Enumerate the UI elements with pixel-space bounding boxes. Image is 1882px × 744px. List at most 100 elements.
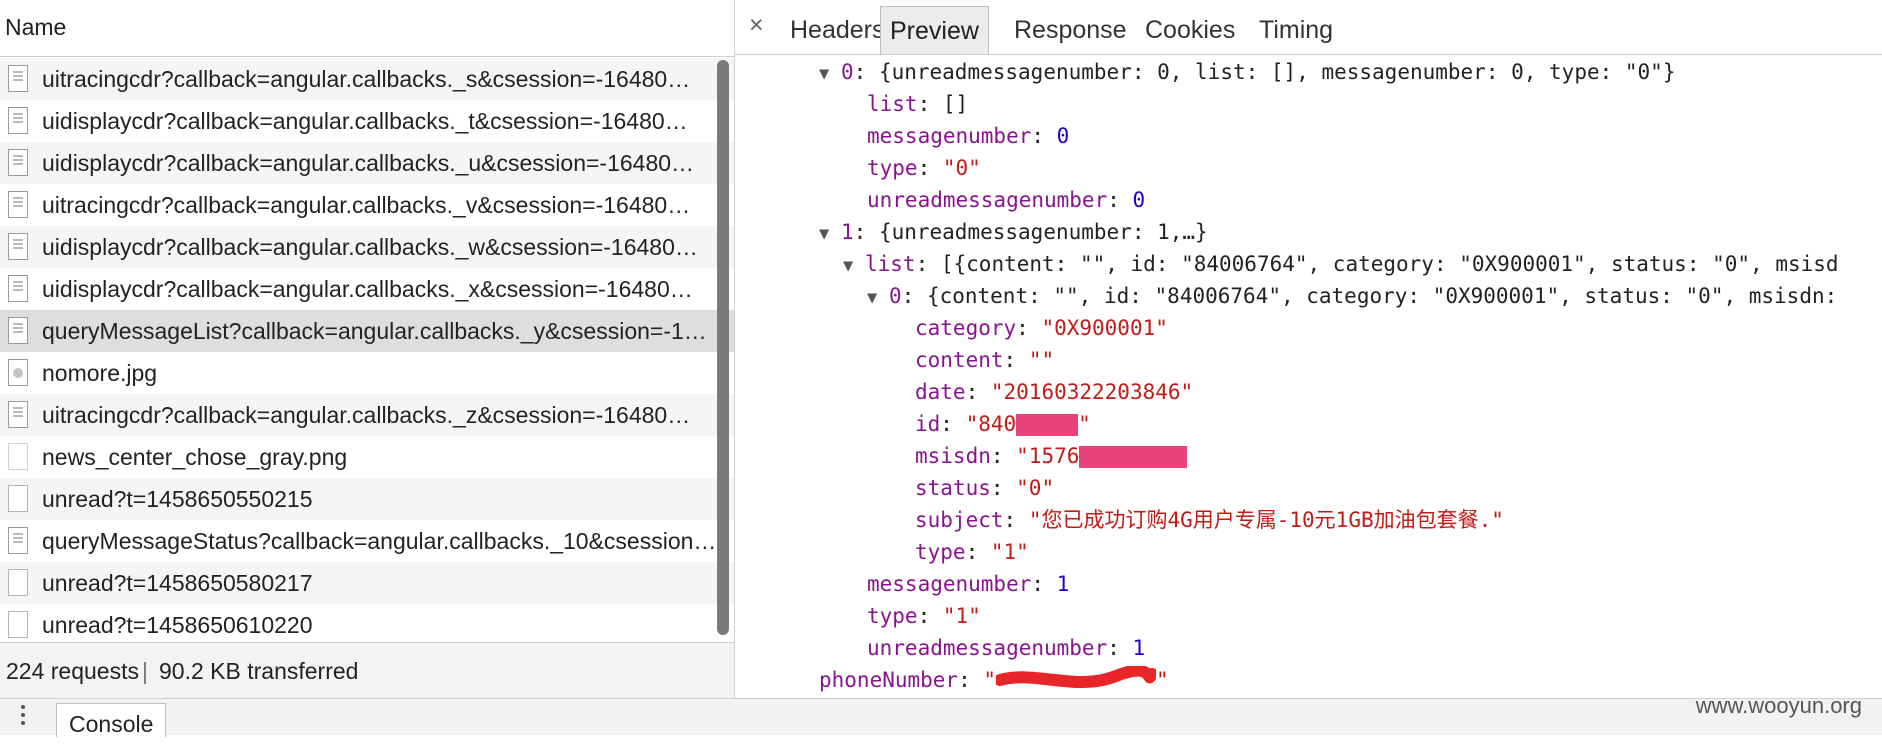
request-row[interactable]: unread?t=1458650610220	[0, 604, 734, 646]
name-column-header[interactable]: Name	[0, 0, 734, 57]
document-file-icon	[8, 149, 28, 176]
tree-node-list[interactable]: ▼ list: [{content: "", id: "84006764", ca…	[843, 248, 1839, 280]
prop-key: subject	[915, 508, 1004, 532]
request-row[interactable]: news_center_chose_gray.png	[0, 436, 734, 478]
document-file-icon	[8, 191, 28, 218]
tree-node-msg0[interactable]: ▼ 0: {content: "", id: "84006764", catego…	[867, 280, 1837, 312]
expanded-triangle-icon[interactable]: ▼	[819, 218, 841, 250]
tree-prop: category: "0X900001"	[915, 316, 1168, 340]
redaction-mark	[1079, 446, 1188, 468]
request-row[interactable]: uidisplaycdr?callback=angular.callbacks.…	[0, 100, 734, 142]
msg0-summary: {content: "", id: "84006764", category: …	[926, 284, 1838, 308]
tab-cookies[interactable]: Cookies	[1145, 6, 1235, 54]
request-row[interactable]: nomore.jpg	[0, 352, 734, 394]
prop-value: 0	[1056, 124, 1070, 148]
tree-prop: date: "20160322203846"	[915, 380, 1194, 404]
prop-value-tail: "	[1156, 668, 1169, 692]
request-name: uitracingcdr?callback=angular.callbacks.…	[42, 66, 691, 92]
request-row[interactable]: uitracingcdr?callback=angular.callbacks.…	[0, 184, 734, 226]
request-name: unread?t=1458650580217	[42, 570, 313, 596]
prop-key: category	[915, 316, 1017, 340]
request-name: unread?t=1458650610220	[42, 612, 313, 638]
request-name: news_center_chose_gray.png	[42, 444, 348, 470]
tab-preview[interactable]: Preview	[880, 6, 989, 54]
request-row[interactable]: uitracingcdr?callback=angular.callbacks.…	[0, 394, 734, 436]
request-row[interactable]: uidisplaycdr?callback=angular.callbacks.…	[0, 142, 734, 184]
tab-timing[interactable]: Timing	[1259, 6, 1333, 54]
tree-node-item0[interactable]: ▼ 0: {unreadmessagenumber: 0, list: [], m…	[819, 56, 1675, 88]
request-name: uidisplaycdr?callback=angular.callbacks.…	[42, 234, 698, 260]
prop-key: type	[867, 156, 918, 180]
prop-value: 1	[1132, 636, 1146, 660]
tree-prop: messagenumber: 0	[867, 124, 1070, 148]
item0-index: 0	[841, 60, 854, 84]
tree-prop-phone: phoneNumber: " "	[819, 664, 1169, 696]
prop-key: id	[915, 412, 941, 436]
prop-key: msisdn	[915, 444, 991, 468]
request-name: queryMessageList?callback=angular.callba…	[42, 318, 707, 344]
prop-key: content	[915, 348, 1004, 372]
expanded-triangle-icon[interactable]: ▼	[867, 282, 889, 314]
request-name: uidisplaycdr?callback=angular.callbacks.…	[42, 108, 688, 134]
tree-prop: type: "1"	[867, 604, 981, 628]
request-row[interactable]: uitracingcdr?callback=angular.callbacks.…	[0, 58, 734, 100]
details-tab-bar: × Headers Preview Response Cookies Timin…	[735, 0, 1882, 55]
prop-value: ""	[1028, 348, 1055, 372]
document-file-icon	[8, 527, 28, 554]
scribble-redaction	[994, 664, 1159, 688]
expanded-triangle-icon[interactable]: ▼	[843, 250, 865, 282]
prop-key: messagenumber	[867, 124, 1032, 148]
prop-value: "0X900001"	[1041, 316, 1168, 340]
request-list-scrollbar[interactable]	[717, 60, 729, 635]
prop-value: "0"	[1016, 476, 1055, 500]
tree-node-item1[interactable]: ▼ 1: {unreadmessagenumber: 1,…}	[819, 216, 1208, 248]
tree-prop: id: "840 "	[915, 412, 1091, 436]
prop-value: "您已成功订购4G用户专属-10元1GB加油包套餐."	[1028, 508, 1504, 532]
list-summary: [{content: "", id: "84006764", category:…	[940, 252, 1839, 276]
request-row[interactable]: uidisplaycdr?callback=angular.callbacks.…	[0, 268, 734, 310]
tab-response[interactable]: Response	[1014, 6, 1127, 54]
prop-value: "1"	[990, 540, 1029, 564]
name-column-label: Name	[5, 14, 67, 40]
bottom-drawer: Console	[0, 698, 1882, 737]
console-tab[interactable]: Console	[56, 703, 167, 737]
summary-separator: |	[142, 658, 148, 684]
network-request-panel: Name uitracingcdr?callback=angular.callb…	[0, 0, 735, 699]
request-row[interactable]: unread?t=1458650550215	[0, 478, 734, 520]
document-file-icon	[8, 275, 28, 302]
prop-key: phoneNumber	[819, 668, 959, 692]
request-row[interactable]: queryMessageList?callback=angular.callba…	[0, 310, 734, 352]
requests-count: 224 requests	[6, 658, 139, 684]
tree-prop: unreadmessagenumber: 0	[867, 188, 1146, 212]
prop-value: 0	[1132, 188, 1146, 212]
request-name: nomore.jpg	[42, 360, 158, 386]
tree-prop: content: ""	[915, 348, 1055, 372]
request-row[interactable]: unread?t=1458650580217	[0, 562, 734, 604]
expanded-triangle-icon[interactable]: ▼	[819, 58, 841, 90]
tree-prop: list: []	[867, 92, 969, 116]
tree-prop: type: "1"	[915, 540, 1029, 564]
request-row[interactable]: uidisplaycdr?callback=angular.callbacks.…	[0, 226, 734, 268]
prop-key: messagenumber	[867, 572, 1032, 596]
prop-value: "20160322203846"	[990, 380, 1194, 404]
image-file-icon	[8, 443, 28, 470]
prop-value: "840	[965, 412, 1017, 436]
document-file-icon	[8, 65, 28, 92]
request-row[interactable]: queryMessageStatus?callback=angular.call…	[0, 520, 734, 562]
document-file-icon	[8, 611, 28, 638]
prop-value: "	[983, 668, 997, 692]
prop-key: type	[915, 540, 966, 564]
more-options-icon[interactable]	[20, 705, 26, 729]
close-icon[interactable]: ×	[749, 11, 764, 40]
prop-key: list	[867, 92, 918, 116]
request-name: uitracingcdr?callback=angular.callbacks.…	[42, 192, 691, 218]
prop-key: status	[915, 476, 991, 500]
tab-headers[interactable]: Headers	[790, 6, 885, 54]
tree-prop: msisdn: "1576	[915, 440, 1188, 472]
prop-value-tail: "	[1078, 412, 1091, 436]
request-list: uitracingcdr?callback=angular.callbacks.…	[0, 58, 734, 646]
item0-summary: {unreadmessagenumber: 0, list: [], messa…	[878, 60, 1676, 84]
redaction-mark	[1016, 414, 1079, 436]
document-file-icon	[8, 233, 28, 260]
request-name: queryMessageStatus?callback=angular.call…	[42, 528, 717, 554]
